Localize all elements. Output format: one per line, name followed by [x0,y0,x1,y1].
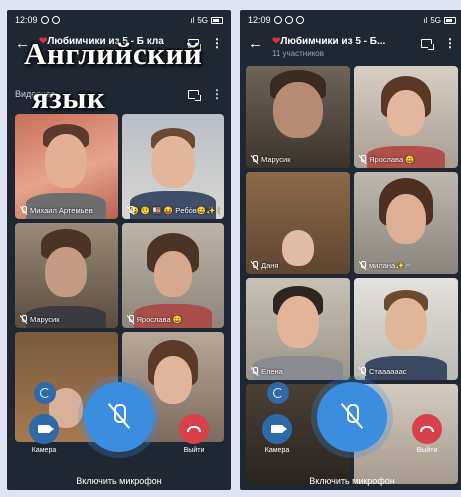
camera-label: Камера [31,447,57,454]
participant-tile[interactable]: милана✨♾ [354,172,458,274]
more-vert-icon[interactable]: ⋮ [211,37,223,49]
flip-camera-icon [273,388,283,398]
mic-off-icon [20,206,27,215]
camera-button[interactable] [262,414,292,444]
participant-name: Ярослава 😀 [136,315,183,324]
cast-icon[interactable] [421,38,434,50]
participant-tile-active-speaker[interactable]: Елена [246,278,350,380]
notification-icon [40,16,49,24]
flip-camera-button[interactable] [267,382,289,404]
phone-screen-right: 12:09 ıl 5G ← ❤Любимчики из 5 - Б... 11 … [240,10,461,490]
participant-name: Марусик [30,315,60,324]
notification-icon [51,16,60,24]
chat-title-text: Любимчики из 5 - Б... [280,36,386,47]
back-arrow-icon[interactable]: ← [248,36,266,52]
camera-button[interactable] [29,414,59,444]
leave-call-button[interactable] [412,414,442,444]
participant-name: 😀 🤨 🍱 😝 Peбόв😀✨ 💫 [129,206,221,215]
leave-call-button[interactable] [179,414,209,444]
participant-count: 11 участников [272,49,324,58]
mic-off-icon [341,402,363,432]
status-bar: 12:09 ıl 5G [7,10,231,30]
flip-camera-icon [40,388,50,398]
mic-off-icon [251,155,258,164]
leave-label: Выйти [183,447,205,454]
unmute-mic-button[interactable] [84,382,154,452]
phone-hangup-icon [187,426,201,432]
participant-tile[interactable]: Михаил Артемьев [15,114,118,219]
more-vert-icon[interactable]: ⋮ [444,37,456,49]
camera-label: Камера [264,447,290,454]
participant-name: Даня [261,261,279,270]
participant-tile[interactable]: Ярослава 😀 [121,223,224,328]
mic-off-icon [359,155,366,164]
participant-tile[interactable]: Марусик [15,223,118,328]
notification-icon [295,16,304,24]
participant-tile[interactable]: Ярослава 😀 [354,66,458,168]
overlay-title-line2: язык [32,80,106,115]
cast-icon[interactable] [188,89,201,101]
participant-tile[interactable]: Марусик [246,66,350,168]
participant-tile[interactable]: Даня [246,172,350,274]
participant-name: милана✨♾ [369,261,412,270]
notification-icon [273,16,282,24]
unmute-mic-button[interactable] [317,382,387,452]
call-controls: Камера Выйти Включить микрофон [240,370,461,490]
signal-icon: ıl [423,15,428,25]
overlay-title-line1: Английский [24,36,203,71]
mic-caption: Включить микрофон [309,476,395,486]
status-time: 12:09 [248,15,271,25]
phone-hangup-icon [420,426,434,432]
mic-off-icon [127,315,134,324]
participant-name: Михаил Артемьев [30,206,93,215]
camera-icon [38,425,54,433]
mic-off-icon [251,261,258,270]
flip-camera-button[interactable] [34,382,56,404]
call-header: ← ❤Любимчики из 5 - Б... 11 участников ⋮ [240,30,461,70]
network-label: 5G [197,15,208,25]
more-vert-icon[interactable]: ⋮ [211,88,223,100]
mic-off-icon [359,261,366,270]
camera-icon [271,425,287,433]
leave-label: Выйти [416,447,438,454]
network-label: 5G [430,15,441,25]
participant-name: Ярослава 😀 [369,155,415,164]
notification-icon [284,16,293,24]
chat-title: ❤Любимчики из 5 - Б... [272,36,421,47]
signal-icon: ıl [190,15,195,25]
status-bar: 12:09 ıl 5G [240,10,461,30]
battery-icon [211,16,223,24]
participant-name: Марусик [261,155,291,164]
mic-caption: Включить микрофон [76,476,162,486]
status-time: 12:09 [15,15,38,25]
mic-off-icon [108,402,130,432]
mic-off-icon [20,315,27,324]
participant-tile[interactable]: 😀 🤨 🍱 😝 Peбόв😀✨ 💫 [121,114,224,219]
battery-icon [444,16,456,24]
participant-tile[interactable]: Стаааааас [354,278,458,380]
call-controls: Камера Выйти Включить микрофон [7,370,231,490]
